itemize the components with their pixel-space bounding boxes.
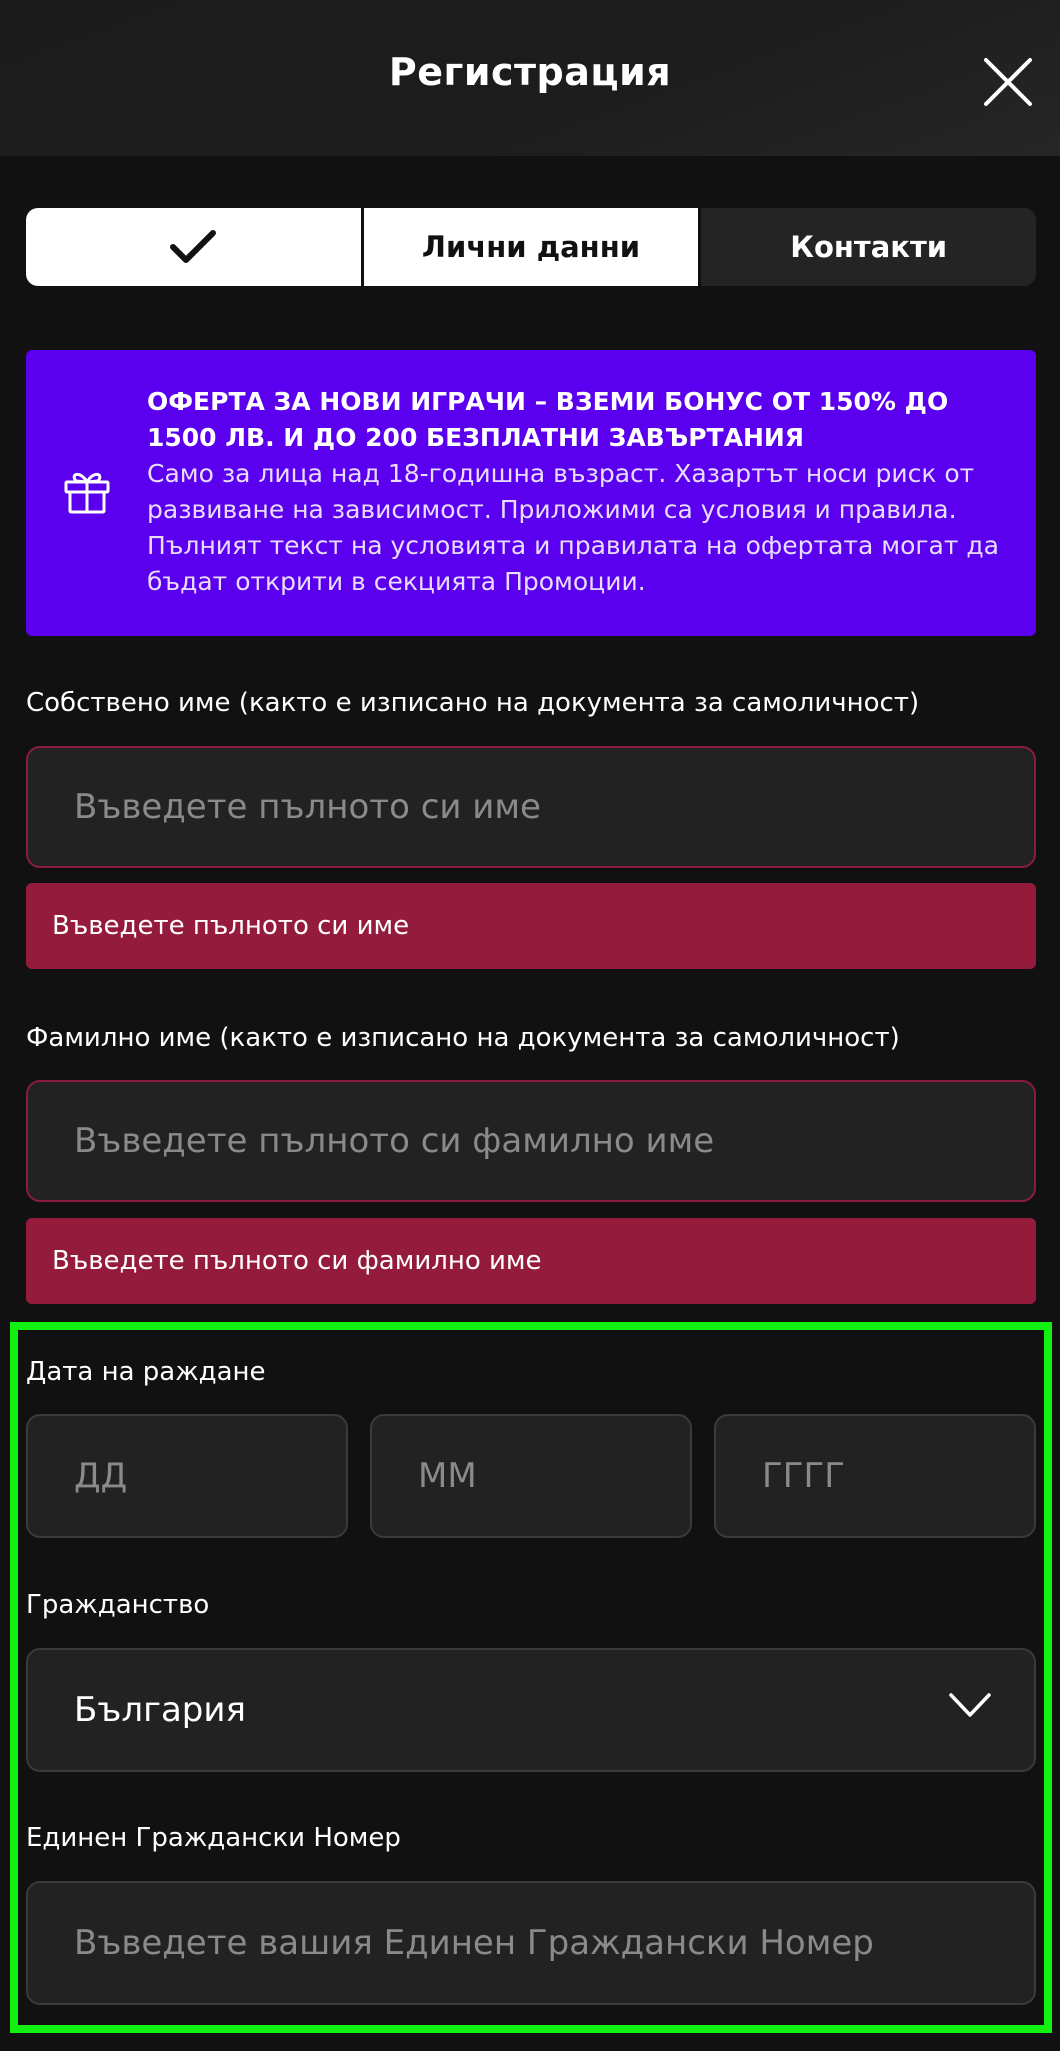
egn-label: Единен Граждански Номер — [26, 1823, 401, 1853]
birth-day-placeholder: ДД — [74, 1456, 128, 1496]
step-contacts[interactable]: Контакти — [701, 208, 1036, 286]
egn-field[interactable]: Въведете вашия Единен Граждански Номер — [26, 1881, 1036, 2005]
close-button[interactable] — [982, 56, 1034, 108]
birth-date-label: Дата на раждане — [26, 1357, 266, 1387]
birth-day-field[interactable]: ДД — [26, 1414, 348, 1538]
first-name-error: Въведете пълното си име — [26, 883, 1036, 969]
first-name-field[interactable]: Въведете пълното си име — [26, 746, 1036, 868]
page-title: Регистрация — [388, 50, 672, 94]
birth-year-field[interactable]: ГГГГ — [714, 1414, 1036, 1538]
step-personal-data[interactable]: Лични данни — [363, 208, 702, 286]
last-name-label: Фамилно име (както е изписано на докумен… — [26, 1023, 900, 1053]
birth-month-field[interactable]: ММ — [370, 1414, 692, 1538]
citizenship-label: Гражданство — [26, 1590, 210, 1620]
last-name-error: Въведете пълното си фамилно име — [26, 1218, 1036, 1304]
birth-month-placeholder: ММ — [418, 1456, 477, 1496]
promo-title: ОФЕРТА ЗА НОВИ ИГРАЧИ – ВЗЕМИ БОНУС ОТ 1… — [147, 387, 949, 452]
step-completed[interactable] — [26, 208, 364, 286]
first-name-label: Собствено име (както е изписано на докум… — [26, 688, 920, 718]
first-name-placeholder: Въведете пълното си име — [74, 787, 541, 827]
close-icon — [984, 58, 1032, 106]
birth-year-placeholder: ГГГГ — [762, 1456, 845, 1496]
registration-steps: Лични данни Контакти — [26, 208, 1036, 286]
promo-disclaimer: Само за лица над 18-годишна възраст. Хаз… — [147, 459, 999, 596]
modal-header: Регистрация — [0, 0, 1060, 156]
gift-icon — [62, 466, 112, 516]
citizenship-value: България — [74, 1690, 246, 1730]
promo-banner: ОФЕРТА ЗА НОВИ ИГРАЧИ – ВЗЕМИ БОНУС ОТ 1… — [26, 350, 1036, 636]
citizenship-select[interactable]: България — [26, 1648, 1036, 1772]
chevron-down-icon — [949, 1693, 991, 1717]
egn-placeholder: Въведете вашия Единен Граждански Номер — [74, 1923, 874, 1963]
last-name-field[interactable]: Въведете пълното си фамилно име — [26, 1080, 1036, 1202]
check-icon — [170, 230, 217, 263]
last-name-placeholder: Въведете пълното си фамилно име — [74, 1121, 715, 1161]
